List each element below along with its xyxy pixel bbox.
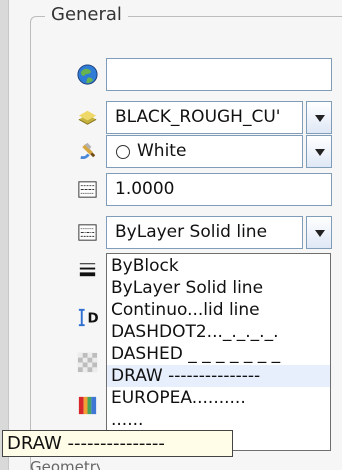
svg-text:D: D (88, 311, 99, 326)
dropdown-option[interactable]: EUROPEA.......... (107, 387, 330, 409)
dropdown-option[interactable]: ...... (107, 409, 330, 431)
property-row-scale: 1.0000 (0, 173, 342, 208)
chevron-down-icon[interactable] (306, 135, 332, 168)
scale-value-text: 1.0000 (115, 179, 175, 199)
linetype-icon (76, 221, 99, 244)
linetype-select[interactable]: ByLayer Solid line (106, 216, 303, 249)
property-row-layer: BLACK_ROUGH_CU' (0, 101, 342, 136)
linetype-dropdown-list: ByBlock ByLayer Solid line Continuo...li… (106, 253, 331, 451)
section-title: General (45, 3, 128, 27)
tooltip: DRAW --------------- (2, 430, 233, 457)
properties-panel: General BLACK_ROUGH_CU' White 1.0000 ByL… (0, 0, 342, 470)
dimension-icon: D (76, 306, 99, 329)
transparency-icon (76, 351, 99, 374)
paint-icon (76, 140, 99, 163)
partial-section-title: Geometry (30, 458, 100, 470)
dropdown-option[interactable]: DASHED _ _ _ _ _ _ _ (107, 343, 330, 365)
linetype-scale-icon (76, 178, 99, 201)
globe-icon (76, 63, 99, 86)
chevron-down-icon[interactable] (306, 216, 332, 249)
lineweight-icon (76, 258, 99, 281)
dropdown-option[interactable]: Continuo...lid line (107, 299, 330, 321)
color-value-text: White (137, 141, 187, 161)
layer-value-text: BLACK_ROUGH_CU' (115, 107, 281, 127)
property-row-color: White (0, 135, 342, 170)
chevron-down-icon[interactable] (306, 101, 332, 134)
property-row-linetype: ByLayer Solid line (0, 216, 342, 251)
layer-icon (76, 106, 99, 129)
color-radio-icon (116, 145, 130, 159)
linetype-value-text: ByLayer Solid line (115, 222, 268, 242)
dropdown-option-highlighted[interactable]: DRAW --------------- (107, 365, 330, 387)
dropdown-option[interactable]: DASHDOT2..._._._._. (107, 321, 330, 343)
property-row-globe (0, 58, 342, 93)
dropdown-option[interactable]: ByBlock (107, 255, 330, 277)
scale-input[interactable]: 1.0000 (106, 173, 332, 206)
globe-value-field[interactable] (106, 58, 332, 91)
material-icon (76, 394, 99, 417)
globe-value-text (115, 59, 327, 90)
dropdown-option[interactable]: ByLayer Solid line (107, 277, 330, 299)
color-select[interactable]: White (106, 135, 303, 168)
layer-select[interactable]: BLACK_ROUGH_CU' (106, 101, 303, 134)
